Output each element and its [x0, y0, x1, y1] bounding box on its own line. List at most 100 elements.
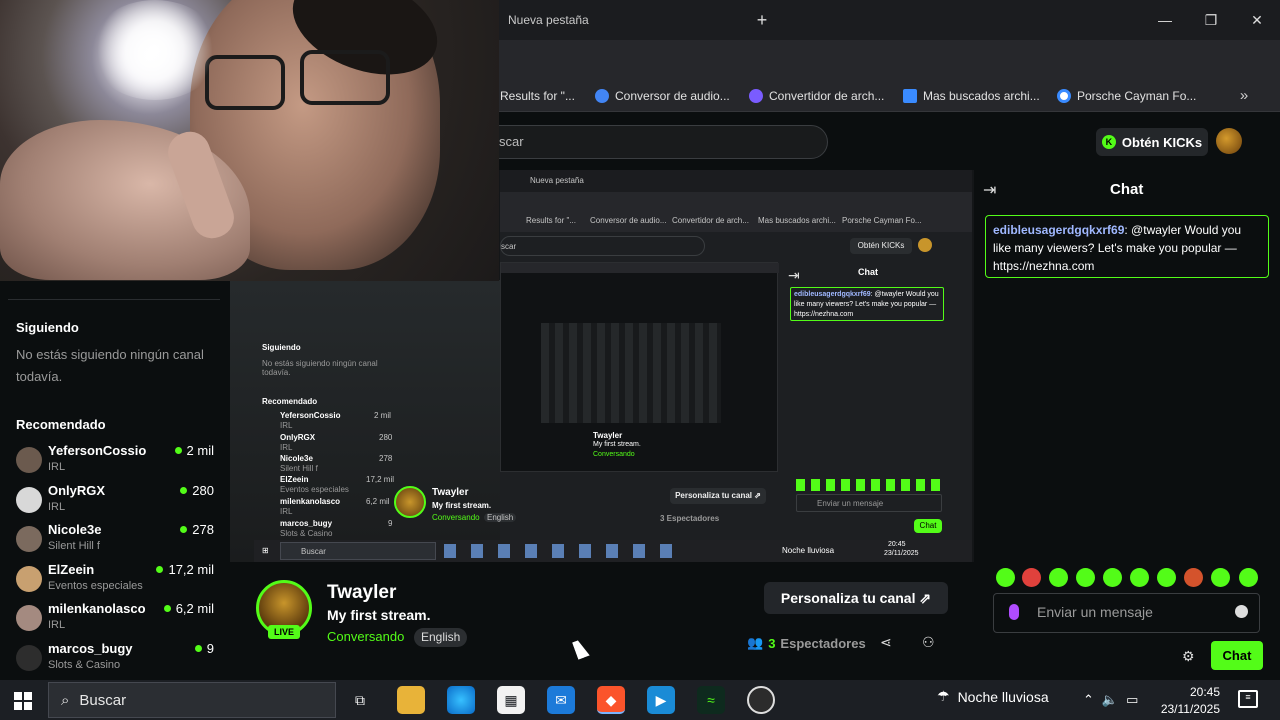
- bookmark-label: Mas buscados archi...: [923, 89, 1040, 103]
- clock[interactable]: 20:45 23/11/2025: [1160, 684, 1220, 718]
- weather-text: Noche lluviosa: [957, 688, 1049, 705]
- send-chat-button[interactable]: Chat: [1211, 641, 1263, 670]
- chat-message-username[interactable]: edibleusagerdgqkxrf69: [993, 223, 1124, 237]
- sidebar-item-milenkanolasco[interactable]: milenkanolasco IRL 6,2 mil: [16, 601, 216, 639]
- viewer-count-value: 280: [192, 483, 214, 498]
- channel-name: milenkanolasco: [48, 601, 146, 616]
- nested-channel-name: Nicole3e: [280, 454, 313, 463]
- emote-icon[interactable]: [1103, 568, 1122, 587]
- nested-stream-title: My first stream.: [432, 501, 492, 510]
- system-tray: ⌃ 🔈 ▭: [1083, 692, 1138, 708]
- search-input[interactable]: scar: [470, 125, 828, 159]
- streamer-name[interactable]: Twayler: [327, 582, 396, 604]
- microphone-icon[interactable]: [1009, 604, 1019, 620]
- clock-time: 20:45: [1189, 685, 1220, 699]
- taskbar-search-input[interactable]: ⌕ Buscar: [48, 682, 336, 718]
- nested-following-heading: Siguiendo: [262, 343, 301, 352]
- nested-bookmark: Convertidor de arch...: [672, 216, 749, 225]
- emote-icon[interactable]: [1049, 568, 1068, 587]
- nested-viewer-count: 6,2 mil: [366, 497, 390, 506]
- viewers-label: Espectadores: [780, 635, 866, 651]
- brave-browser-icon[interactable]: ◆: [597, 686, 625, 714]
- bookmark-results[interactable]: Results for "...: [500, 86, 575, 106]
- notification-center-icon[interactable]: ≡: [1238, 690, 1258, 708]
- network-icon[interactable]: ▭: [1126, 692, 1138, 708]
- sidebar-item-onlyrgx[interactable]: OnlyRGX IRL 280: [16, 483, 216, 521]
- collapse-chat-icon[interactable]: ⇥: [983, 180, 996, 200]
- bookmark-label: Results for "...: [500, 89, 575, 103]
- nested-channel-category: Slots & Casino: [280, 529, 333, 538]
- divider: [8, 299, 220, 300]
- sidebar-item-marcos-bugy[interactable]: marcos_bugy Slots & Casino 9: [16, 641, 216, 679]
- emote-icon[interactable]: [996, 568, 1015, 587]
- nested-avatar: [918, 238, 932, 252]
- minimize-button[interactable]: —: [1150, 8, 1180, 32]
- emote-icon[interactable]: [1157, 568, 1176, 587]
- emote-icon[interactable]: [1239, 568, 1258, 587]
- emote-icon[interactable]: [1022, 568, 1041, 587]
- channel-category: IRL: [48, 619, 66, 631]
- kick-app-icon[interactable]: ≈: [697, 686, 725, 714]
- nested-channel-name: marcos_bugy: [280, 519, 333, 528]
- get-kicks-button[interactable]: K Obtén KICKs: [1096, 128, 1208, 156]
- volume-icon[interactable]: 🔈: [1102, 692, 1118, 708]
- bookmark-label: Porsche Cayman Fo...: [1077, 89, 1197, 103]
- stream-category[interactable]: Conversando: [327, 629, 404, 644]
- chat-settings-gear-icon[interactable]: ⚙: [1182, 648, 1195, 665]
- customize-channel-button[interactable]: Personaliza tu canal ⇗: [764, 582, 948, 614]
- nested-channel-category: IRL: [280, 443, 293, 452]
- nested-bookmark: Mas buscados archi...: [758, 216, 836, 225]
- light-glare: [90, 0, 220, 100]
- viewer-count: 278: [180, 522, 214, 537]
- chevron-up-icon[interactable]: ⌃: [1083, 692, 1094, 708]
- sidebar-item-elzeein[interactable]: ElZeein Eventos especiales 17,2 mil: [16, 562, 216, 600]
- emote-icon[interactable]: [1076, 568, 1095, 587]
- nested-channel-category: Eventos especiales: [280, 485, 349, 494]
- obs-studio-icon[interactable]: [747, 686, 775, 714]
- browser-tab-title: Nueva pestaña: [508, 13, 589, 27]
- nested-taskbar: ⊞ Buscar Noche lluviosa 20:45 23/11/2025: [254, 540, 972, 562]
- file-explorer-icon[interactable]: [397, 686, 425, 714]
- bookmark-audio-converter[interactable]: Conversor de audio...: [595, 86, 730, 106]
- nested-search-text: scar: [501, 242, 517, 251]
- avatar: [16, 447, 42, 473]
- nested-viewer-count: 2 mil: [374, 411, 391, 420]
- nested-deeper-streamer: Twayler: [593, 431, 623, 440]
- channel-name: ElZeein: [48, 562, 95, 577]
- chevron-right-icon[interactable]: »: [1233, 85, 1255, 107]
- stream-language-tag[interactable]: English: [414, 628, 468, 647]
- nested-search: scar: [500, 236, 705, 256]
- bookmark-porsche[interactable]: Porsche Cayman Fo...: [1057, 86, 1196, 106]
- share-icon[interactable]: ⋖: [880, 634, 892, 651]
- emote-icon[interactable]: [1130, 568, 1149, 587]
- windows-start-icon[interactable]: [14, 692, 32, 710]
- nested-recommended-heading: Recomendado: [262, 397, 318, 406]
- emote-icon[interactable]: [1211, 568, 1230, 587]
- nested-stream-language: English: [484, 513, 517, 522]
- bookmark-most-searched[interactable]: Mas buscados archi...: [903, 86, 1040, 106]
- viewers-icon: 👥: [747, 635, 764, 650]
- weather-widget[interactable]: ☂ Noche lluviosa: [937, 688, 1049, 705]
- microsoft-store-icon[interactable]: ▦: [497, 686, 525, 714]
- media-player-icon[interactable]: ▶: [647, 686, 675, 714]
- kicks-icon: K: [1101, 135, 1116, 149]
- close-window-button[interactable]: ✕: [1242, 8, 1272, 32]
- outlook-icon[interactable]: ✉: [547, 686, 575, 714]
- user-avatar[interactable]: [1216, 128, 1242, 154]
- emote-icon[interactable]: [1184, 568, 1203, 587]
- new-tab-button[interactable]: +: [750, 8, 774, 32]
- nested-deeper-content: [541, 323, 721, 423]
- emoji-picker-icon[interactable]: [1235, 605, 1248, 618]
- browser-tab[interactable]: Nueva pestaña: [496, 0, 744, 40]
- recommended-heading: Recomendado: [16, 417, 106, 432]
- nested-channel-name: milenkanolasco: [280, 497, 341, 506]
- bookmark-file-converter[interactable]: Convertidor de arch...: [749, 86, 884, 106]
- sidebar-item-yefersoncossio[interactable]: YefersonCossio IRL 2 mil: [16, 443, 216, 481]
- nested-emote-bar: [796, 479, 946, 491]
- edge-browser-icon[interactable]: [447, 686, 475, 714]
- task-view-icon[interactable]: ⧉: [346, 686, 374, 714]
- following-heading: Siguiendo: [16, 320, 79, 335]
- sidebar-item-nicole3e[interactable]: Nicole3e Silent Hill f 278: [16, 522, 216, 560]
- restore-button[interactable]: ❐: [1196, 8, 1226, 32]
- add-user-icon[interactable]: ⚇: [922, 634, 935, 651]
